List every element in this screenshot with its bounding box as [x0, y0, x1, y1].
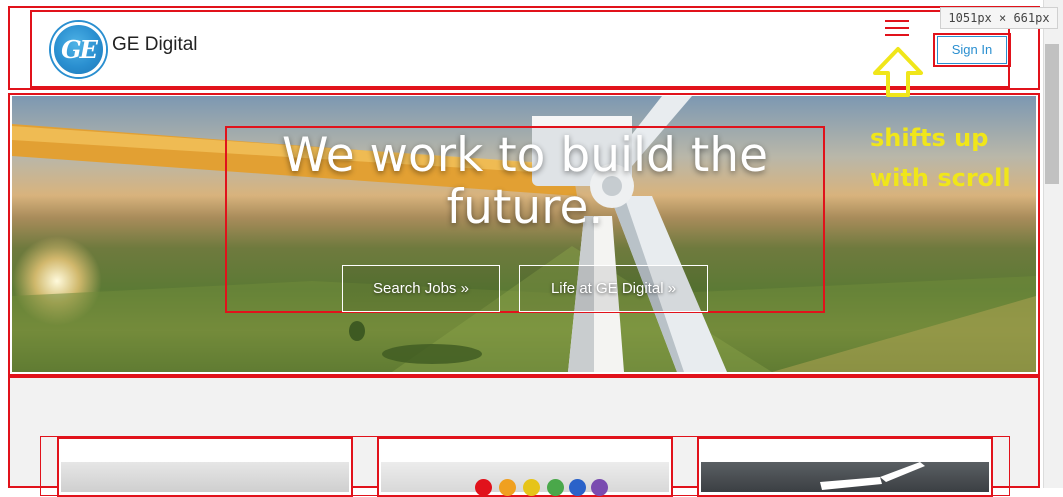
annotation-label: shifts up with scroll — [870, 124, 1011, 192]
dimension-overlay: 1051px × 661px — [940, 7, 1058, 29]
hero-title: We work to build the future. — [281, 128, 769, 235]
up-arrow-icon — [873, 47, 923, 97]
search-jobs-button[interactable]: Search Jobs » — [342, 265, 500, 312]
signin-button[interactable]: Sign In — [937, 36, 1007, 64]
hamburger-menu-icon[interactable] — [885, 20, 909, 38]
brand-name: GE Digital — [112, 34, 198, 55]
life-at-ge-digital-button[interactable]: Life at GE Digital » — [519, 265, 708, 312]
ge-logo[interactable]: GE — [51, 22, 106, 77]
